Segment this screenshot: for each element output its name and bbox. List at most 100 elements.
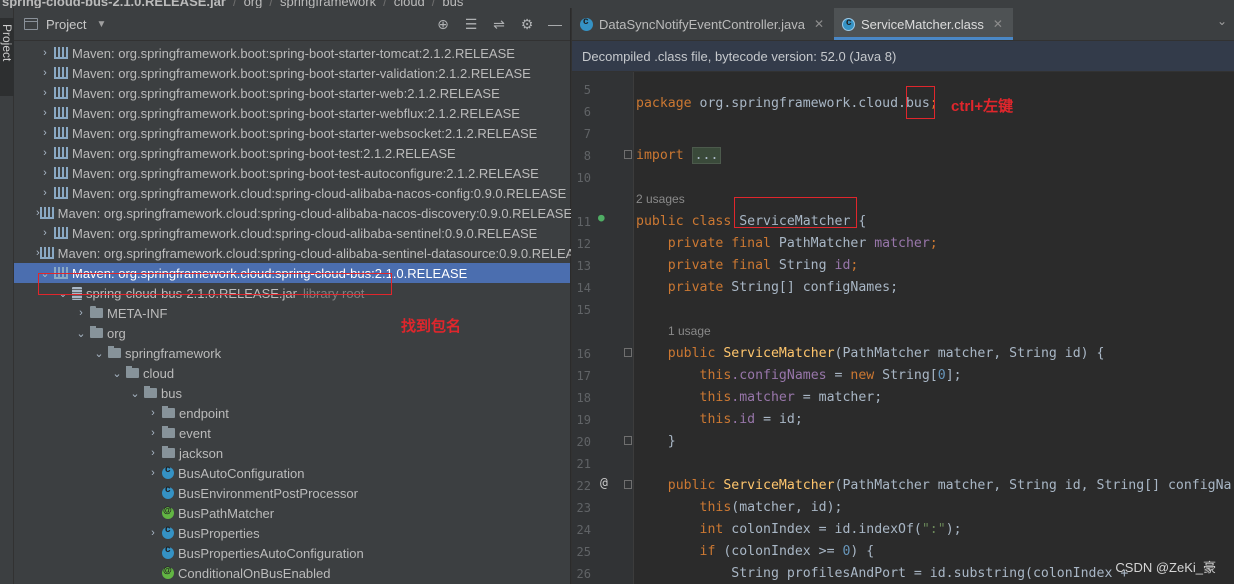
tree-item-label: Maven: org.springframework.boot:spring-b… xyxy=(72,165,539,181)
annotation-find-package: 找到包名 xyxy=(401,318,462,335)
locate-icon[interactable]: ⊕ xyxy=(436,16,450,33)
tree-item[interactable]: › Maven: org.springframework.cloud:spring… xyxy=(14,203,573,223)
tree-item-label: META-INF xyxy=(107,305,168,321)
tree-item[interactable]: › META-INF xyxy=(14,303,570,323)
breadcrumb-jar[interactable]: spring-cloud-bus-2.1.0.RELEASE.jar xyxy=(2,0,226,8)
library-icon xyxy=(54,167,68,179)
tree-item-label: Maven: org.springframework.boot:spring-b… xyxy=(72,85,500,101)
breadcrumb-springframework[interactable]: springframework xyxy=(280,0,376,8)
tree-item[interactable]: › endpoint xyxy=(14,403,570,423)
collapse-all-icon[interactable]: ⇌ xyxy=(492,16,506,33)
tree-item[interactable]: › jackson xyxy=(14,443,570,463)
tree-item[interactable]: ⌄ bus xyxy=(14,383,570,403)
tree-item[interactable]: › Maven: org.springframework.boot:spring-… xyxy=(14,143,570,163)
chevron-down-icon[interactable]: ⌄ xyxy=(90,347,108,360)
fold-icon[interactable] xyxy=(624,480,632,489)
tree-item[interactable]: › Maven: org.springframework.cloud:spring… xyxy=(14,183,570,203)
fold-icon[interactable] xyxy=(624,348,632,357)
code-line-8: import ... xyxy=(636,145,722,167)
code-line-20: } xyxy=(667,434,676,449)
chevron-down-icon[interactable]: ⌄ xyxy=(72,327,90,340)
chevron-right-icon[interactable]: › xyxy=(36,167,54,179)
tabs-more-icon[interactable]: ⌄ xyxy=(1209,8,1234,40)
chevron-right-icon[interactable]: › xyxy=(36,87,54,99)
tree-item[interactable]: › Maven: org.springframework.boot:spring-… xyxy=(14,163,570,183)
chevron-right-icon[interactable]: › xyxy=(36,67,54,79)
decompiled-info-bar: Decompiled .class file, bytecode version… xyxy=(572,41,1234,72)
tree-item-label: Maven: org.springframework.cloud:spring-… xyxy=(72,225,538,241)
tree-item[interactable]: BusPathMatcher xyxy=(14,503,570,523)
override-icon[interactable]: @ xyxy=(600,476,608,491)
folded-imports[interactable]: ... xyxy=(691,147,722,164)
tree-item-label: Maven: org.springframework.boot:spring-b… xyxy=(72,65,531,81)
project-panel-title[interactable]: Project xyxy=(46,17,86,32)
tree-item[interactable]: BusEnvironmentPostProcessor xyxy=(14,483,570,503)
chevron-right-icon[interactable]: › xyxy=(36,147,54,159)
tree-item-label: Maven: org.springframework.boot:spring-b… xyxy=(72,105,520,121)
class-file-icon xyxy=(842,17,855,31)
tree-item[interactable]: › Maven: org.springframework.cloud:spring… xyxy=(14,223,570,243)
chevron-right-icon[interactable]: › xyxy=(144,407,162,419)
tree-item[interactable]: › Maven: org.springframework.boot:spring-… xyxy=(14,43,570,63)
tree-item[interactable]: › Maven: org.springframework.boot:spring-… xyxy=(14,123,570,143)
usages-hint[interactable]: 1 usage xyxy=(668,324,711,338)
tree-item[interactable]: BusPropertiesAutoConfiguration xyxy=(14,543,570,563)
chevron-right-icon[interactable]: › xyxy=(144,527,162,539)
chevron-right-icon[interactable]: › xyxy=(36,107,54,119)
tree-item[interactable]: ConditionalOnBusEnabled xyxy=(14,563,570,583)
chevron-right-icon[interactable]: › xyxy=(144,427,162,439)
expand-all-icon[interactable]: ☰ xyxy=(464,16,478,33)
tree-item-label: org xyxy=(107,325,126,341)
library-icon xyxy=(54,47,68,59)
chevron-right-icon[interactable]: › xyxy=(144,447,162,459)
breadcrumb-bus[interactable]: bus xyxy=(442,0,463,8)
chevron-right-icon[interactable]: › xyxy=(36,227,54,239)
editor: DataSyncNotifyEventController.java ✕ Ser… xyxy=(571,8,1234,584)
chevron-down-icon[interactable]: ⌄ xyxy=(108,367,126,380)
tree-item[interactable]: › Maven: org.springframework.boot:spring-… xyxy=(14,103,570,123)
tree-item[interactable]: ⌄ cloud xyxy=(14,363,570,383)
tree-item-label: BusAutoConfiguration xyxy=(178,465,305,481)
close-icon[interactable]: ✕ xyxy=(814,17,824,31)
chevron-down-icon[interactable]: ⌄ xyxy=(126,387,144,400)
tree-item[interactable]: › Maven: org.springframework.boot:spring-… xyxy=(14,63,570,83)
tree-item[interactable]: › Maven: org.springframework.cloud:spring… xyxy=(14,243,592,263)
tree-item[interactable]: › event xyxy=(14,423,570,443)
tree-item-label: event xyxy=(179,425,211,441)
code-line-14: private String[] configNames; xyxy=(667,280,899,295)
tree-item[interactable]: › BusAutoConfiguration xyxy=(14,463,570,483)
chevron-right-icon[interactable]: › xyxy=(144,467,162,479)
tab-datasyncnotifyeventcontroller[interactable]: DataSyncNotifyEventController.java ✕ xyxy=(572,8,834,40)
breadcrumb-cloud[interactable]: cloud xyxy=(394,0,425,8)
chevron-down-icon[interactable]: ▼ xyxy=(96,19,106,30)
package-icon xyxy=(126,366,139,378)
editor-tabs: DataSyncNotifyEventController.java ✕ Ser… xyxy=(572,8,1234,41)
gear-icon[interactable]: ⚙ xyxy=(520,16,534,33)
line-number: 10 xyxy=(576,171,591,185)
package-icon xyxy=(90,326,103,338)
tree-item-label: ConditionalOnBusEnabled xyxy=(178,565,331,581)
close-icon[interactable]: ✕ xyxy=(993,17,1003,31)
line-number: 18 xyxy=(576,391,591,405)
fold-icon[interactable] xyxy=(624,436,632,445)
code-area[interactable]: package org.springframework.cloud.bus; i… xyxy=(634,72,1234,584)
chevron-right-icon[interactable]: › xyxy=(36,127,54,139)
tree-item[interactable]: ⌄ springframework xyxy=(14,343,570,363)
chevron-right-icon[interactable]: › xyxy=(36,187,54,199)
line-number: 24 xyxy=(576,523,591,537)
tree-item[interactable]: ⌄ org xyxy=(14,323,570,343)
project-tool-tab[interactable]: Project xyxy=(0,18,14,96)
fold-icon[interactable] xyxy=(624,150,632,159)
tree-item[interactable]: › Maven: org.springframework.boot:spring-… xyxy=(14,83,570,103)
tab-servicematcher[interactable]: ServiceMatcher.class ✕ xyxy=(834,8,1013,40)
implemented-icon[interactable]: ● xyxy=(598,211,605,224)
chevron-right-icon[interactable]: › xyxy=(36,47,54,59)
breadcrumb-org[interactable]: org xyxy=(244,0,263,8)
tree-item-label: Maven: org.springframework.cloud:spring-… xyxy=(57,205,573,221)
tree-item[interactable]: › BusProperties xyxy=(14,523,570,543)
chevron-right-icon[interactable]: › xyxy=(72,307,90,319)
line-number: 25 xyxy=(576,545,591,559)
usages-hint[interactable]: 2 usages xyxy=(636,192,685,206)
hide-icon[interactable]: — xyxy=(548,16,562,33)
package-icon xyxy=(108,346,121,358)
